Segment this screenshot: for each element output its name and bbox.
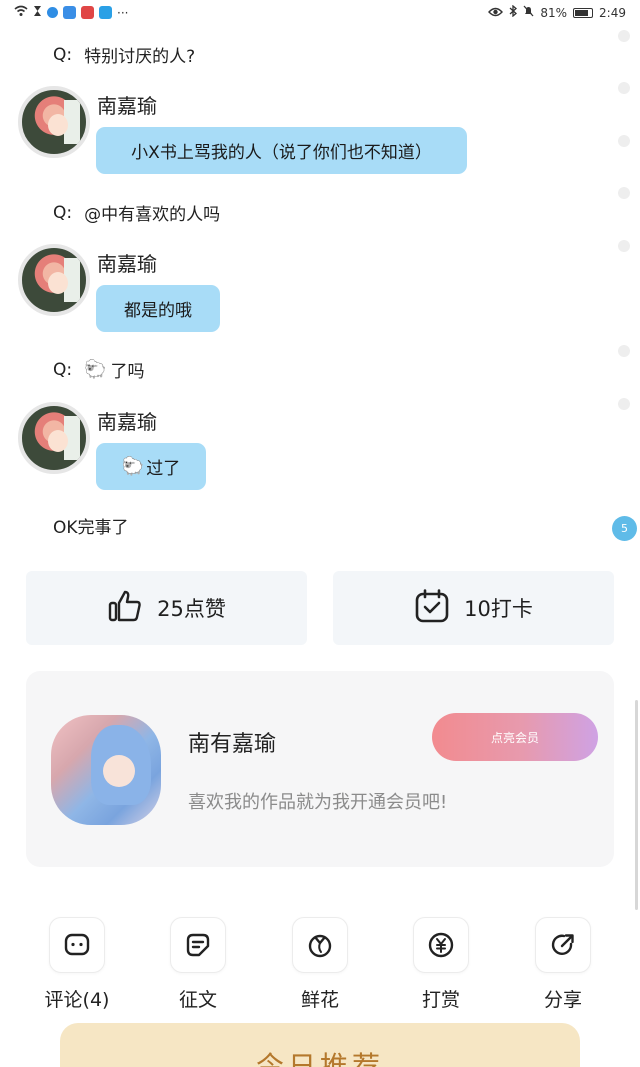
tool-label: 鲜花 bbox=[300, 989, 339, 1011]
side-dot bbox=[618, 135, 630, 147]
share-icon bbox=[535, 917, 591, 973]
author-name[interactable]: 南有嘉瑜 bbox=[188, 726, 276, 758]
search-app-icon bbox=[99, 6, 112, 19]
question-line: Q: 特别讨厌的人? bbox=[53, 42, 196, 68]
question-text: 了吗 bbox=[110, 362, 145, 382]
like-label: 25点赞 bbox=[157, 597, 226, 621]
reward-tool[interactable]: 打赏 bbox=[396, 917, 486, 1012]
side-dot bbox=[618, 398, 630, 410]
comment-count-badge[interactable]: 5 bbox=[612, 516, 637, 541]
hourglass-icon bbox=[33, 5, 42, 20]
side-dot bbox=[618, 187, 630, 199]
avatar[interactable] bbox=[18, 402, 90, 474]
cloud-app-icon bbox=[63, 6, 76, 19]
answer-bubble: 小X书上骂我的人（说了你们也不知道） bbox=[96, 127, 467, 174]
essay-icon bbox=[170, 917, 226, 973]
author-card: 南有嘉瑜 点亮会员 喜欢我的作品就为我开通会员吧! bbox=[26, 671, 614, 867]
shield-app-icon bbox=[47, 7, 58, 18]
more-notifications-icon: ··· bbox=[117, 5, 129, 20]
flower-icon bbox=[292, 917, 348, 973]
question-text: 特别讨厌的人? bbox=[84, 47, 196, 67]
like-button[interactable]: 25点赞 bbox=[26, 571, 307, 645]
status-bar: ··· 81% 2:49 bbox=[0, 0, 640, 26]
wifi-icon bbox=[14, 5, 28, 20]
tool-label: 打赏 bbox=[421, 989, 460, 1011]
essay-tool[interactable]: 征文 bbox=[153, 917, 243, 1012]
author-avatar[interactable] bbox=[51, 715, 161, 825]
question-prefix: Q: bbox=[53, 44, 73, 65]
battery-icon bbox=[573, 7, 594, 18]
recommend-banner[interactable]: 今日推荐 bbox=[60, 1023, 580, 1067]
clock-time: 2:49 bbox=[599, 5, 626, 20]
question-line: Q: @中有喜欢的人吗 bbox=[53, 200, 221, 226]
status-icons-right: 81% 2:49 bbox=[488, 4, 626, 20]
tool-label: 评论(4) bbox=[44, 989, 110, 1011]
question-prefix: Q: bbox=[53, 359, 73, 380]
mail-app-icon bbox=[81, 6, 94, 19]
checkin-button[interactable]: 10打卡 bbox=[333, 571, 614, 645]
status-icons-left: ··· bbox=[14, 5, 128, 20]
tool-label: 分享 bbox=[543, 989, 582, 1011]
mute-icon bbox=[523, 5, 534, 20]
battery-percent: 81% bbox=[540, 5, 568, 20]
question-prefix: Q: bbox=[53, 202, 73, 223]
author-description: 喜欢我的作品就为我开通会员吧! bbox=[188, 792, 448, 813]
answerer-name: 南嘉瑜 bbox=[97, 410, 157, 434]
bluetooth-icon bbox=[509, 4, 518, 20]
thumbs-up-icon bbox=[107, 588, 143, 629]
answerer-name: 南嘉瑜 bbox=[97, 94, 157, 118]
question-text: @中有喜欢的人吗 bbox=[84, 205, 221, 225]
calendar-check-icon bbox=[414, 588, 450, 629]
vip-button[interactable]: 点亮会员 bbox=[432, 713, 598, 761]
comment-tool[interactable]: 评论(4) bbox=[32, 917, 122, 1012]
flower-tool[interactable]: 鲜花 bbox=[275, 917, 365, 1012]
eye-icon bbox=[488, 6, 504, 20]
reward-icon bbox=[413, 917, 469, 973]
side-dot bbox=[618, 240, 630, 252]
checkin-label: 10打卡 bbox=[464, 597, 533, 621]
answerer-name: 南嘉瑜 bbox=[97, 252, 157, 276]
scrollbar[interactable] bbox=[635, 700, 638, 910]
closing-text: OK完事了 bbox=[53, 518, 129, 538]
side-dot bbox=[618, 30, 630, 42]
tool-label: 征文 bbox=[178, 989, 217, 1011]
side-dot bbox=[618, 345, 630, 357]
share-tool[interactable]: 分享 bbox=[518, 917, 608, 1012]
sheep-emoji: 🐑 bbox=[84, 359, 107, 380]
question-line: Q: 🐑 了吗 bbox=[53, 357, 145, 382]
answer-text: 过了 bbox=[146, 459, 181, 479]
comment-icon bbox=[49, 917, 105, 973]
side-dot bbox=[618, 82, 630, 94]
answer-bubble: 都是的哦 bbox=[96, 285, 220, 332]
sheep-emoji: 🐑 bbox=[121, 456, 145, 477]
avatar[interactable] bbox=[18, 244, 90, 316]
avatar[interactable] bbox=[18, 86, 90, 158]
answer-bubble: 🐑 过了 bbox=[96, 443, 206, 490]
recommend-title: 今日推荐 bbox=[255, 1050, 384, 1067]
